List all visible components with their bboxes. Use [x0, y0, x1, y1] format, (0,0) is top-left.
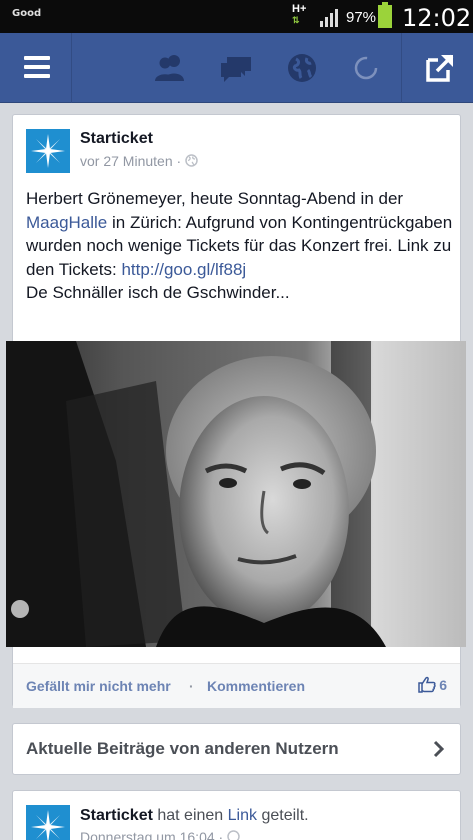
battery-icon: [378, 2, 392, 28]
post-timestamp[interactable]: vor 27 Minuten: [80, 153, 173, 169]
battery-percent: 97%: [346, 9, 377, 26]
menu-button[interactable]: [0, 33, 72, 103]
post-action-text: geteilt.: [257, 807, 309, 824]
post-meta: vor 27 Minuten ·: [80, 153, 198, 169]
app-bar: [0, 33, 473, 103]
signal-strength-icon: [320, 9, 338, 27]
loading-spinner-icon: [352, 53, 380, 83]
starticket-logo-icon: [26, 805, 70, 840]
clock: 12:02: [402, 4, 472, 32]
comment-button[interactable]: Kommentieren: [207, 678, 305, 694]
post-author[interactable]: Starticket: [80, 807, 153, 824]
post-headline: Starticket hat einen Link geteilt.: [80, 807, 309, 825]
carrier-label: Good: [12, 8, 42, 19]
network-type-indicator: H+ ⇅: [292, 4, 306, 26]
data-activity-icon: ⇅: [292, 15, 300, 25]
post-meta: Donnerstag um 16:04 ·: [80, 829, 240, 840]
shared-link[interactable]: Link: [228, 807, 257, 824]
friend-requests-icon[interactable]: [152, 53, 188, 83]
post-text: Herbert Grönemeyer, heute Sonntag-Abend …: [26, 187, 456, 305]
network-type-label: H+: [292, 3, 307, 15]
portrait-photo: [6, 341, 466, 647]
menu-icon-bar: [24, 56, 50, 60]
unlike-button[interactable]: Gefällt mir nicht mehr: [26, 678, 171, 694]
share-icon: [426, 54, 454, 82]
status-bar: Good H+ ⇅ 97% 12:02: [0, 0, 473, 33]
page-avatar[interactable]: [26, 129, 70, 173]
actions-separator: ·: [189, 678, 194, 694]
venue-link[interactable]: MaagHalle: [26, 213, 107, 232]
thumbs-up-icon: [418, 676, 436, 693]
public-globe-icon: [185, 154, 198, 167]
like-count[interactable]: 6: [418, 676, 447, 693]
starticket-logo-icon: [26, 129, 70, 173]
post-photo[interactable]: [6, 341, 466, 647]
post-text-part3: De Schnäller isch de Gschwinder...: [26, 283, 290, 302]
post-timestamp[interactable]: Donnerstag um 16:04: [80, 829, 215, 840]
menu-icon-bar: [24, 65, 50, 69]
post-author[interactable]: Starticket: [80, 130, 153, 148]
tickets-link[interactable]: http://goo.gl/lf88j: [121, 260, 246, 279]
post-actions-bar: Gefällt mir nicht mehr · Kommentieren 6: [13, 663, 460, 708]
notifications-globe-icon[interactable]: [287, 53, 317, 83]
news-feed-post: Starticket vor 27 Minuten · Herbert Grön…: [6, 114, 466, 708]
share-button[interactable]: [401, 33, 473, 103]
menu-icon-bar: [24, 74, 50, 78]
meta-separator: ·: [218, 829, 224, 840]
post-text-part1: Herbert Grönemeyer, heute Sonntag-Abend …: [26, 189, 404, 208]
public-globe-icon: [227, 830, 240, 840]
chevron-right-icon: [433, 740, 445, 758]
page-avatar[interactable]: [26, 805, 70, 840]
meta-separator: ·: [176, 153, 182, 169]
recent-posts-label: Aktuelle Beiträge von anderen Nutzern: [26, 739, 339, 758]
recent-posts-by-others-row[interactable]: Aktuelle Beiträge von anderen Nutzern: [12, 723, 461, 775]
post-action-text: hat einen: [152, 807, 228, 824]
news-feed-post: Starticket hat einen Link geteilt. Donne…: [12, 790, 461, 840]
messages-icon[interactable]: [219, 53, 253, 83]
like-count-value: 6: [439, 676, 447, 693]
